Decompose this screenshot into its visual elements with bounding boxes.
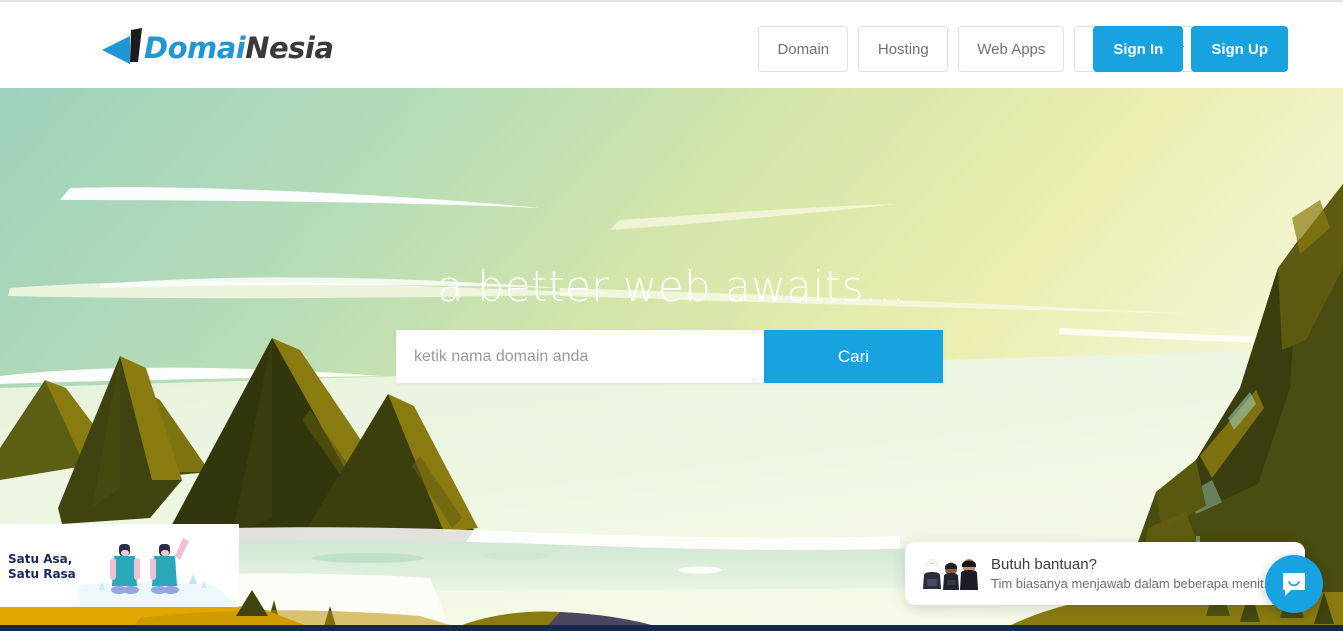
chat-prompt-title: Butuh bantuan? bbox=[991, 555, 1097, 573]
agent-avatars-icon bbox=[923, 558, 978, 590]
chat-agent-avatars bbox=[921, 557, 979, 591]
page-root: DomaiNesia Domain Hosting Web Apps Virtu… bbox=[0, 0, 1343, 631]
domain-search-input[interactable] bbox=[396, 330, 764, 383]
sign-in-button[interactable]: Sign In bbox=[1093, 26, 1184, 72]
site-header: DomaiNesia Domain Hosting Web Apps Virtu… bbox=[0, 2, 1343, 88]
logo-wordmark: DomaiNesia bbox=[144, 30, 334, 65]
page-bottom-strip bbox=[0, 625, 1343, 631]
domainesia-arrow-logo-icon bbox=[102, 28, 142, 64]
logo-text-primary: Domai bbox=[144, 30, 246, 65]
domain-search-bar: Cari bbox=[396, 330, 943, 383]
sign-up-button[interactable]: Sign Up bbox=[1191, 26, 1288, 72]
site-logo[interactable]: DomaiNesia bbox=[100, 26, 334, 70]
campaign-banner[interactable]: Satu Asa, Satu Rasa bbox=[0, 524, 239, 607]
chat-launcher-button[interactable] bbox=[1265, 555, 1323, 613]
hero-section: a better web awaits... Cari bbox=[0, 88, 1343, 631]
campaign-illustration-icon bbox=[79, 524, 239, 607]
chat-prompt-subtitle: Tim biasanya menjawab dalam beberapa men… bbox=[991, 575, 1268, 591]
nav-domain[interactable]: Domain bbox=[758, 26, 849, 72]
hero-title: a better web awaits... bbox=[437, 262, 906, 311]
nav-hosting[interactable]: Hosting bbox=[858, 26, 949, 72]
auth-buttons: Sign In Sign Up bbox=[1093, 26, 1288, 72]
nav-web-apps[interactable]: Web Apps bbox=[958, 26, 1065, 72]
chat-bubble-smile-icon bbox=[1283, 573, 1305, 596]
chat-prompt-texts: Butuh bantuan? Tim biasanya menjawab dal… bbox=[991, 555, 1267, 593]
domain-search-button[interactable]: Cari bbox=[764, 330, 943, 383]
chat-prompt-card[interactable]: Butuh bantuan? Tim biasanya menjawab dal… bbox=[905, 542, 1305, 605]
logo-text-secondary: Nesia bbox=[245, 30, 334, 65]
campaign-tagline: Satu Asa, Satu Rasa bbox=[8, 552, 76, 581]
